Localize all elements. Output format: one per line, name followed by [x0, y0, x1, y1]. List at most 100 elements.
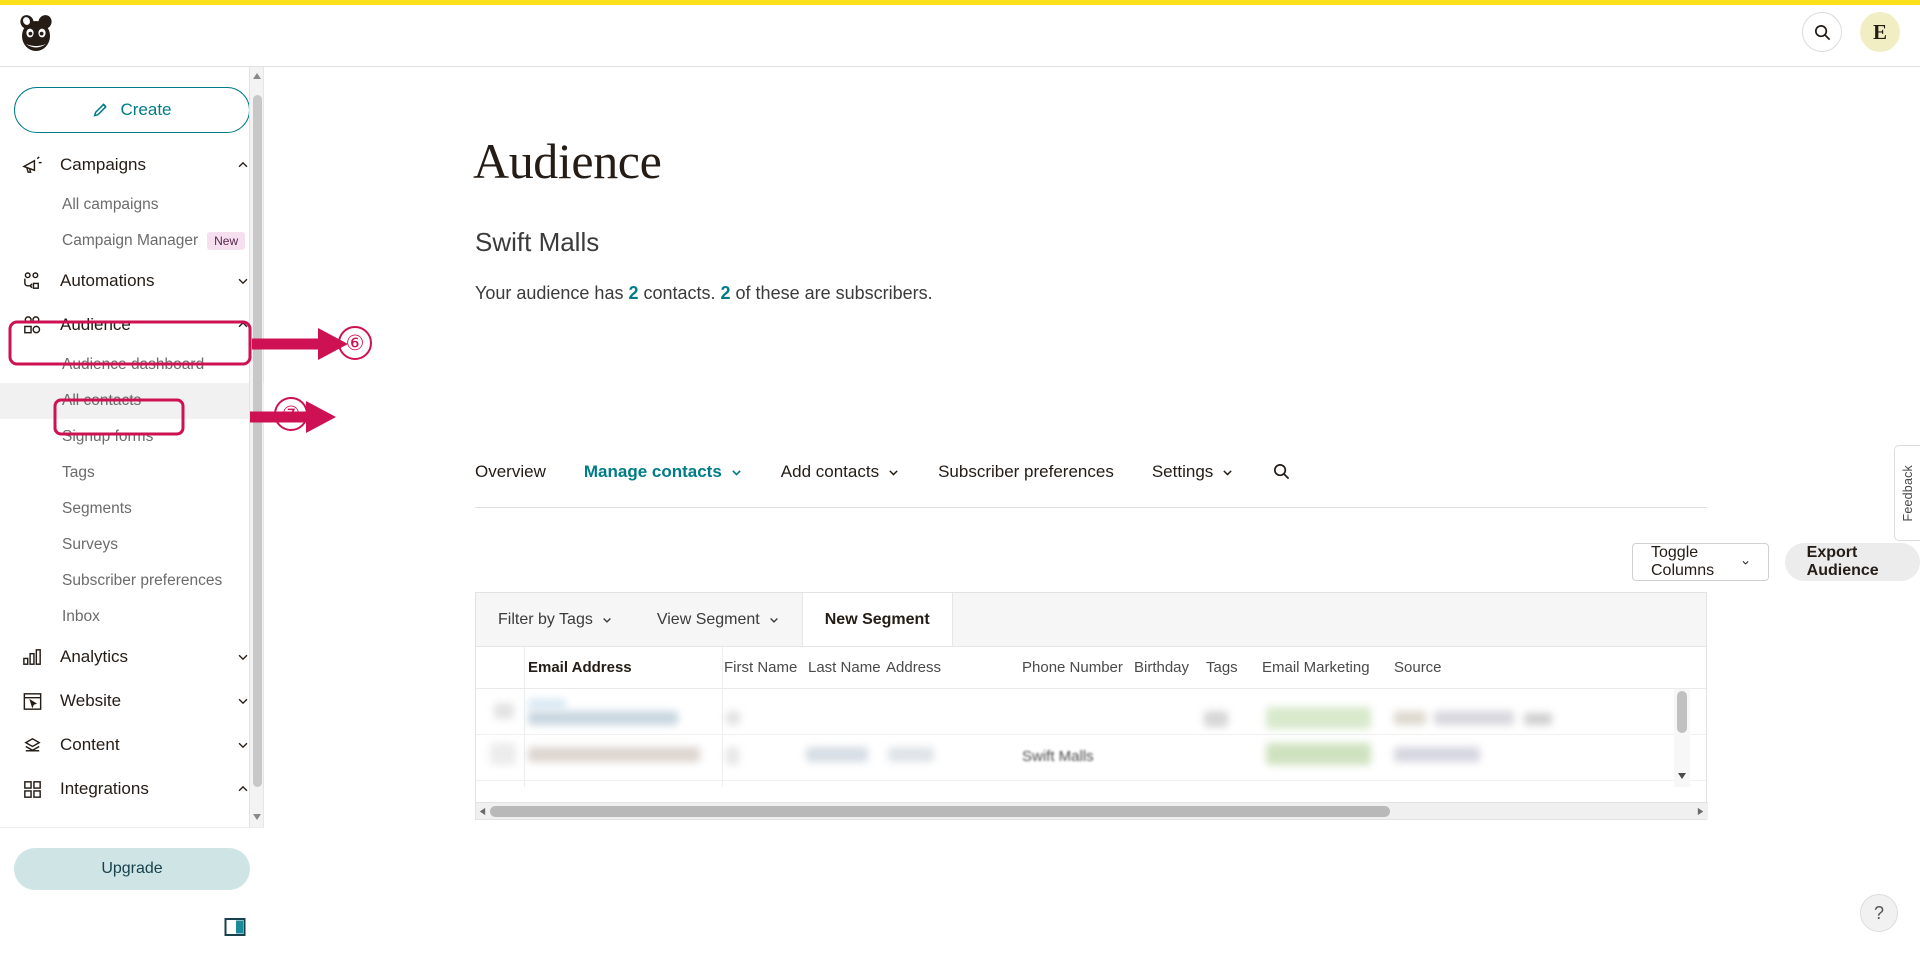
sidebar-item-inbox[interactable]: Inbox: [0, 599, 264, 635]
tab-search-button[interactable]: [1272, 462, 1291, 493]
column-header-address[interactable]: Address: [886, 659, 941, 676]
redacted-email: [528, 711, 678, 725]
collapse-sidebar-icon[interactable]: [224, 916, 246, 938]
redacted-source: [1394, 747, 1480, 762]
export-audience-button[interactable]: Export Audience: [1784, 543, 1920, 581]
sidebar-label-all-contacts: All contacts: [62, 392, 142, 409]
stat-mid: contacts.: [638, 283, 721, 303]
sidebar-item-signup-forms[interactable]: Signup forms: [0, 419, 264, 455]
scroll-left-arrow-icon[interactable]: [478, 807, 487, 816]
view-segment-dropdown[interactable]: View Segment: [635, 593, 802, 646]
sidebar-item-analytics[interactable]: Analytics: [0, 635, 264, 679]
table-horizontal-scrollbar[interactable]: [476, 802, 1708, 819]
cell-address-value: Swift Malls: [1022, 748, 1094, 765]
table-vertical-scroll-thumb[interactable]: [1677, 691, 1687, 733]
scroll-down-arrow-icon[interactable]: [1677, 771, 1687, 781]
scroll-right-arrow-icon[interactable]: [1696, 807, 1705, 816]
table-horizontal-scroll-thumb[interactable]: [490, 806, 1390, 817]
sidebar-scroll-area: Create Campaigns All campaigns Campaign …: [0, 67, 264, 827]
avatar[interactable]: E: [1860, 12, 1900, 52]
tab-manage-contacts[interactable]: Manage contacts: [584, 462, 743, 496]
sidebar-label-audience-dashboard: Audience dashboard: [62, 356, 205, 373]
sidebar-item-audience-dashboard[interactable]: Audience dashboard: [0, 347, 264, 383]
tab-settings[interactable]: Settings: [1152, 462, 1234, 496]
column-header-phone-number[interactable]: Phone Number: [1022, 659, 1123, 676]
column-header-email-marketing[interactable]: Email Marketing: [1262, 659, 1370, 676]
automations-icon: [18, 269, 46, 293]
scroll-down-arrow-icon[interactable]: [252, 812, 262, 822]
sidebar-label-website: Website: [60, 691, 122, 710]
sidebar-item-integrations[interactable]: Integrations: [0, 767, 264, 811]
tab-overview[interactable]: Overview: [475, 462, 546, 496]
feedback-tab[interactable]: Feedback: [1894, 445, 1920, 541]
chevron-down-icon: [769, 617, 778, 623]
audience-tabs: Overview Manage contacts Add contacts Su…: [475, 462, 1707, 508]
export-audience-label: Export Audience: [1806, 544, 1879, 579]
sidebar-scroll-thumb[interactable]: [253, 95, 262, 787]
help-button[interactable]: ?: [1860, 894, 1898, 932]
sidebar-item-campaigns[interactable]: Campaigns: [0, 143, 264, 187]
sidebar-item-automations[interactable]: Automations: [0, 259, 264, 303]
column-header-last-name[interactable]: Last Name: [808, 659, 881, 676]
row-checkbox[interactable]: [494, 703, 514, 719]
sidebar-item-tags[interactable]: Tags: [0, 455, 264, 491]
sidebar-label-all-campaigns: All campaigns: [62, 196, 159, 213]
top-bar: E: [0, 0, 1920, 67]
sidebar-item-content[interactable]: Content: [0, 723, 264, 767]
redacted-source: [1524, 713, 1552, 725]
audience-icon: [18, 313, 46, 337]
column-header-birthday[interactable]: Birthday: [1134, 659, 1189, 676]
sidebar-item-audience[interactable]: Audience: [0, 303, 264, 347]
view-segment-label: View Segment: [656, 610, 760, 628]
tab-add-contacts[interactable]: Add contacts: [781, 462, 900, 496]
sidebar-item-all-contacts[interactable]: All contacts: [0, 383, 264, 419]
sidebar-label-campaign-manager: Campaign Manager: [62, 232, 199, 249]
new-segment-button[interactable]: New Segment: [801, 593, 953, 646]
table-row[interactable]: [476, 689, 1706, 735]
sidebar-item-website[interactable]: Website: [0, 679, 264, 723]
chevron-down-icon: [238, 654, 248, 661]
tab-subscriber-preferences-label: Subscriber preferences: [938, 462, 1114, 481]
new-badge: New: [207, 232, 246, 250]
upgrade-button[interactable]: Upgrade: [14, 848, 250, 890]
top-bar-actions: E: [1802, 12, 1900, 52]
create-button[interactable]: Create: [14, 87, 250, 133]
search-icon[interactable]: [1802, 12, 1842, 52]
toggle-columns-button[interactable]: Toggle Columns: [1632, 543, 1769, 581]
sidebar-item-all-campaigns[interactable]: All campaigns: [0, 187, 264, 223]
column-header-source[interactable]: Source: [1394, 659, 1442, 676]
row-checkbox[interactable]: [490, 743, 516, 765]
chevron-up-icon: [238, 321, 248, 328]
chevron-down-icon: [238, 278, 248, 285]
sidebar-item-subscriber-preferences[interactable]: Subscriber preferences: [0, 563, 264, 599]
sidebar-scrollbar[interactable]: [249, 67, 263, 827]
sidebar-footer: Upgrade: [0, 827, 264, 954]
sidebar-label-automations: Automations: [60, 271, 155, 290]
tab-settings-label: Settings: [1151, 462, 1214, 481]
sidebar-item-surveys[interactable]: Surveys: [0, 527, 264, 563]
column-divider: [722, 647, 723, 689]
redacted-status-badge: [1266, 707, 1371, 729]
chevron-up-icon: [238, 161, 248, 168]
sidebar-label-segments: Segments: [62, 500, 132, 517]
table-vertical-scrollbar[interactable]: [1674, 689, 1690, 787]
sidebar-label-subscriber-preferences: Subscriber preferences: [62, 572, 223, 589]
scroll-up-arrow-icon[interactable]: [252, 71, 262, 81]
filter-by-tags-dropdown[interactable]: Filter by Tags: [476, 593, 635, 646]
sidebar-item-segments[interactable]: Segments: [0, 491, 264, 527]
audience-stat-line: Your audience has 2 contacts. 2 of these…: [475, 283, 933, 304]
column-header-first-name[interactable]: First Name: [724, 659, 797, 676]
column-header-tags[interactable]: Tags: [1206, 659, 1238, 676]
sidebar-item-campaign-manager[interactable]: Campaign Manager New: [0, 223, 264, 259]
sidebar-label-analytics: Analytics: [60, 647, 129, 666]
upgrade-button-label: Upgrade: [101, 860, 163, 877]
tab-subscriber-preferences[interactable]: Subscriber preferences: [938, 462, 1114, 496]
sidebar-label-signup-forms: Signup forms: [62, 428, 154, 445]
chevron-down-icon: [238, 698, 248, 705]
table-row[interactable]: Swift Malls: [476, 735, 1706, 781]
column-header-email-address[interactable]: Email Address: [528, 659, 632, 676]
table-body: Swift Malls: [476, 689, 1706, 787]
mailchimp-logo[interactable]: [12, 9, 60, 57]
avatar-initial: E: [1872, 19, 1887, 44]
content-icon: [18, 733, 46, 757]
